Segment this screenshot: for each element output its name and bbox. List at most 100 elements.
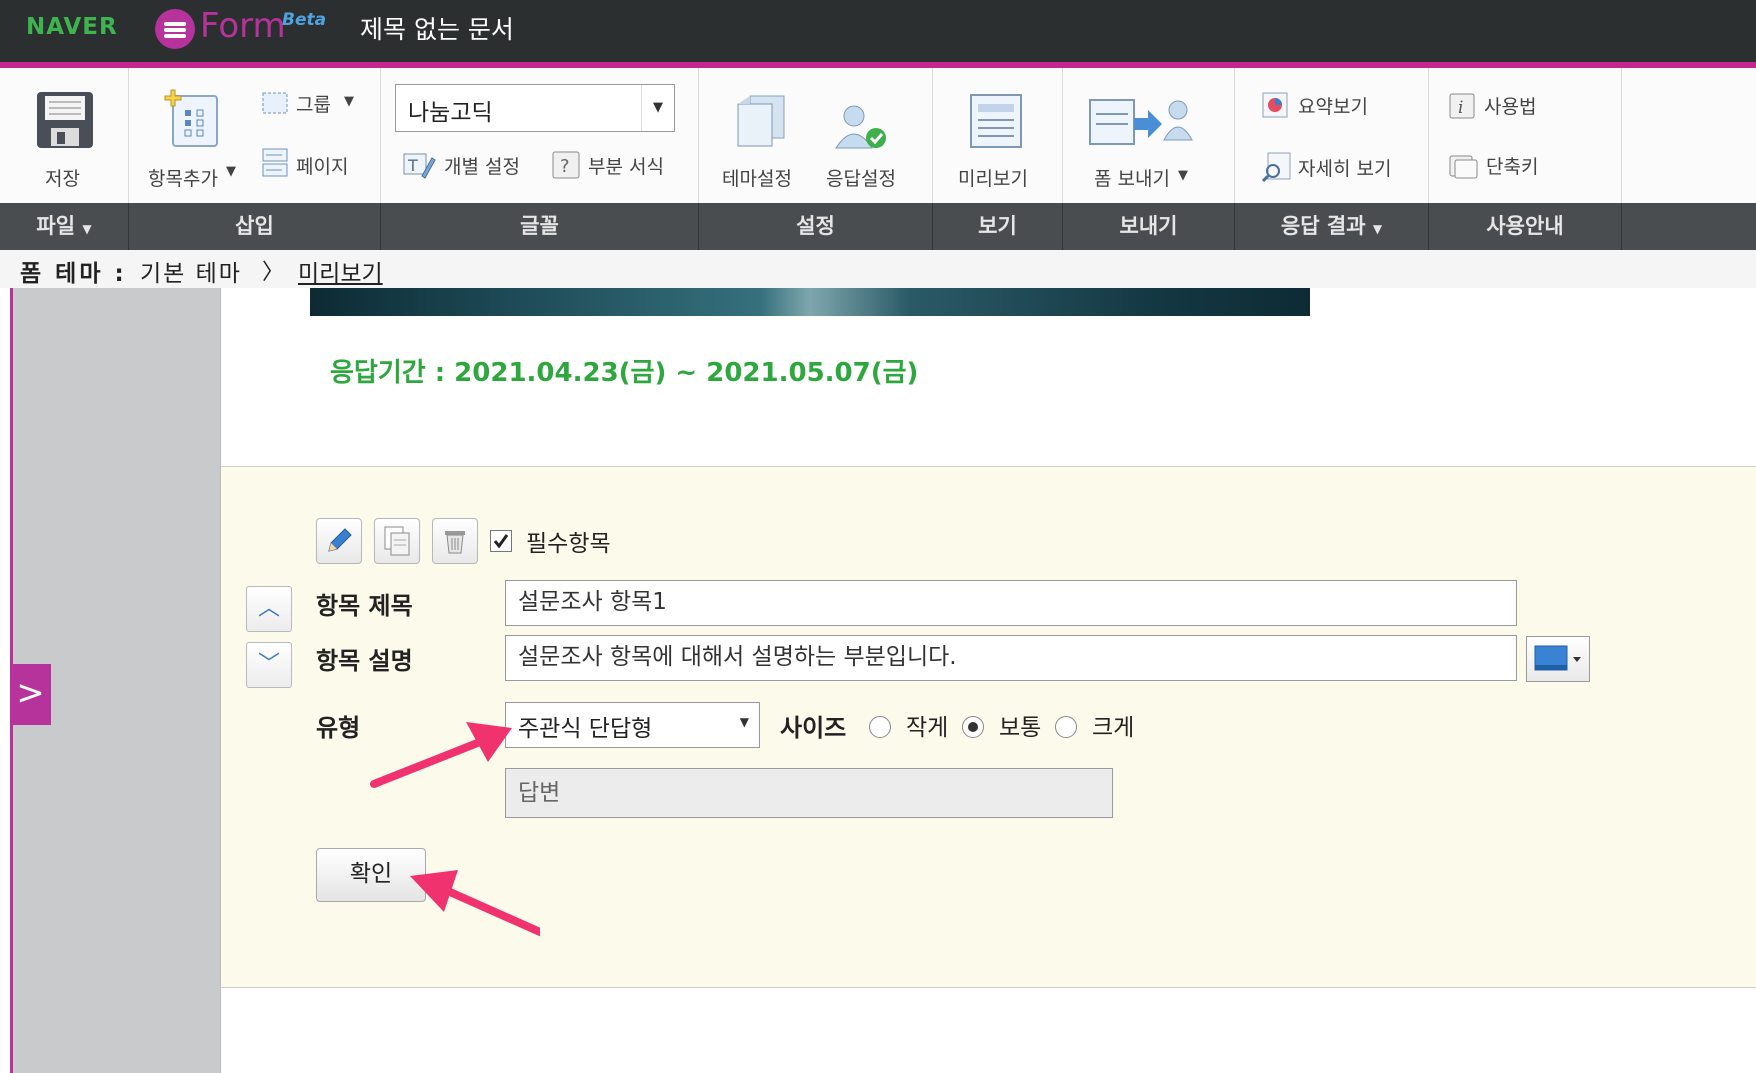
- size-large-radio[interactable]: [1055, 716, 1077, 738]
- panel-expand-button[interactable]: >: [10, 664, 51, 725]
- group-divider: [932, 203, 933, 250]
- required-checkbox[interactable]: [490, 530, 512, 552]
- group-divider: [128, 203, 129, 250]
- annotation-arrow-confirm: [410, 870, 540, 937]
- header-ocean-image: [310, 288, 1310, 316]
- size-small-label: 작게: [906, 715, 949, 741]
- response-setting-label: 응답설정: [826, 168, 896, 190]
- font-select[interactable]: 나눔고딕 ▼: [395, 84, 675, 132]
- group-send-label: 보내기: [1119, 214, 1178, 238]
- chevron-down-icon: ▼: [344, 94, 354, 109]
- form-logo-icon: [155, 9, 195, 49]
- item-title-label: 항목 제목: [316, 592, 413, 620]
- annotation-arrow-type: [370, 722, 512, 788]
- group-file-label: 파일: [36, 214, 76, 238]
- breadcrumb-separator: 〉: [262, 260, 285, 285]
- copy-button[interactable]: [374, 518, 420, 564]
- text-setting-icon: T: [403, 153, 436, 179]
- edit-button[interactable]: [316, 518, 362, 564]
- svg-text:?: ?: [560, 156, 570, 177]
- move-down-button[interactable]: ﹀: [246, 642, 292, 688]
- document-title[interactable]: 제목 없는 문서: [360, 10, 514, 46]
- partial-format-label: 부분 서식: [588, 156, 664, 178]
- size-label: 사이즈: [780, 714, 847, 742]
- pie-chart-icon: [1262, 92, 1288, 118]
- size-small-radio[interactable]: [869, 716, 891, 738]
- chevron-down-icon: ▼: [82, 222, 92, 236]
- usage-label: 사용법: [1484, 96, 1537, 118]
- image-insert-icon: [1534, 645, 1581, 671]
- type-label: 유형: [316, 714, 361, 742]
- add-item-label: 항목추가: [148, 168, 218, 190]
- item-title-input[interactable]: 설문조사 항목1: [505, 580, 1517, 626]
- group-insert-label: 삽입: [235, 214, 274, 238]
- toolbar-divider: [932, 68, 933, 204]
- summary-view-label: 요약보기: [1298, 96, 1368, 118]
- form-logo-text: Form: [200, 6, 286, 46]
- answer-preview-field: 답변: [505, 768, 1113, 818]
- group-icon: [262, 92, 288, 114]
- group-result-label: 응답 결과: [1280, 214, 1366, 238]
- send-form-icon: [1089, 99, 1193, 145]
- beta-badge: Beta: [282, 10, 327, 30]
- copy-icon: [384, 526, 410, 556]
- size-normal-radio[interactable]: [962, 716, 984, 738]
- chevron-down-icon: ﹀: [257, 652, 280, 677]
- theme-setting-label: 테마설정: [722, 168, 792, 190]
- send-form-label: 폼 보내기: [1094, 168, 1170, 190]
- group-divider: [1234, 203, 1235, 250]
- description-image-button[interactable]: [1526, 636, 1590, 682]
- trash-icon: [445, 531, 465, 554]
- toolbar-divider: [1234, 68, 1235, 204]
- group-setting-label: 설정: [796, 214, 835, 238]
- item-description-input[interactable]: 설문조사 항목에 대해서 설명하는 부분입니다.: [505, 635, 1517, 681]
- help-format-icon: ?: [552, 151, 580, 179]
- item-description-label: 항목 설명: [316, 647, 413, 675]
- size-normal-label: 보통: [999, 715, 1042, 741]
- page-label: 페이지: [296, 156, 349, 178]
- theme-pages-icon: [737, 95, 785, 147]
- breadcrumb-theme[interactable]: 기본 테마: [140, 254, 242, 288]
- group-result-menu[interactable]: 응답 결과 ▼: [1235, 203, 1428, 250]
- chevron-down-icon: ▼: [1178, 168, 1188, 183]
- required-label: 필수항목: [526, 531, 611, 557]
- delete-button[interactable]: [432, 518, 478, 564]
- toolbar-divider: [698, 68, 699, 204]
- toolbar-divider: [380, 68, 381, 204]
- radio-selected-dot: [968, 722, 978, 732]
- shortcut-label: 단축키: [1486, 156, 1539, 178]
- chevron-down-icon: ▼: [641, 85, 674, 131]
- group-font-label: 글꼴: [520, 214, 559, 238]
- breadcrumb: 폼 테마 : 기본 테마 〉 미리보기: [0, 250, 1756, 288]
- font-select-value: 나눔고딕: [408, 100, 493, 126]
- breadcrumb-preview-link[interactable]: 미리보기: [298, 254, 383, 288]
- chevron-up-icon: ︿: [257, 596, 280, 621]
- group-guide-label: 사용안내: [1486, 214, 1564, 238]
- size-large-label: 크게: [1092, 715, 1135, 741]
- group-divider: [1062, 203, 1063, 250]
- individual-setting-label: 개별 설정: [444, 156, 520, 178]
- group-divider: [1428, 203, 1429, 250]
- annotation-arrows: [370, 722, 540, 937]
- group-view-label: 보기: [978, 214, 1017, 238]
- chevron-down-icon: ▼: [739, 715, 749, 729]
- save-label: 저장: [45, 168, 80, 190]
- response-period: 응답기간 : 2021.04.23(금) ~ 2021.05.07(금): [330, 358, 919, 388]
- preview-label: 미리보기: [958, 168, 1028, 190]
- toolbar-divider: [1621, 68, 1622, 204]
- breadcrumb-label: 폼 테마 :: [20, 261, 127, 287]
- move-up-button[interactable]: ︿: [246, 586, 292, 632]
- keyboard-icon: [1449, 155, 1478, 179]
- group-file-menu[interactable]: 파일 ▼: [0, 203, 128, 250]
- magnifier-document-icon: [1262, 152, 1291, 182]
- checkmark-icon: [493, 534, 509, 549]
- type-select[interactable]: 주관식 단답형 ▼: [505, 702, 760, 748]
- group-label: 그룹: [296, 94, 331, 116]
- toolbar-divider: [1062, 68, 1063, 204]
- toolbar-divider: [128, 68, 129, 204]
- naver-logo[interactable]: NAVER: [26, 14, 118, 40]
- chevron-down-icon: ▼: [1372, 222, 1383, 236]
- group-divider: [698, 203, 699, 250]
- page-icon: [262, 148, 288, 177]
- floppy-disk-icon: [37, 92, 93, 148]
